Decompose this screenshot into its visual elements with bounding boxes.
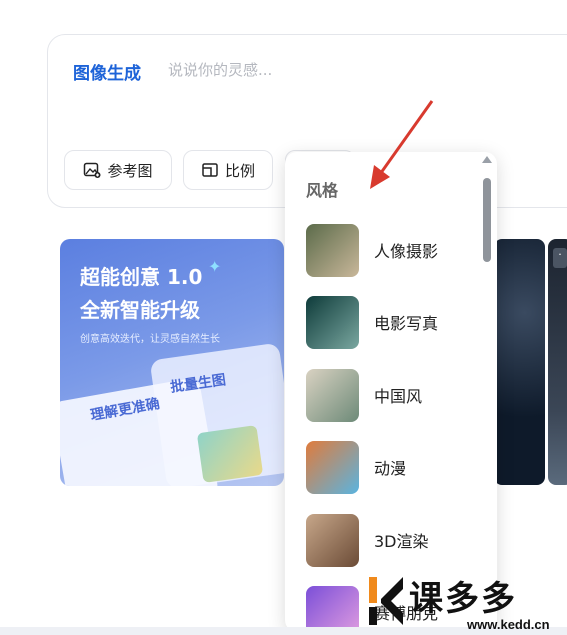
style-option-label: 动漫 (374, 459, 407, 478)
scroll-up-icon[interactable] (482, 156, 492, 163)
image-add-icon (84, 162, 101, 178)
promo-banner[interactable]: 批量生图 理解更准确 超能创意 1.0 ✦ 全新智能升级 创意高效迭代，让灵感自… (60, 239, 284, 486)
gallery-photo[interactable] (548, 239, 567, 485)
style-option[interactable]: 3D渲染 (306, 513, 476, 567)
style-option[interactable]: 人像摄影 (306, 223, 476, 277)
gallery-photo[interactable] (494, 239, 545, 485)
cinematic-photo-thumb (306, 295, 359, 349)
chinese-style-thumb (306, 368, 359, 422)
brand-mark-icon (369, 577, 403, 625)
style-option-label: 电影写真 (374, 314, 439, 333)
sparkle-icon: ✦ (208, 257, 222, 276)
style-option-label: 人像摄影 (374, 242, 439, 261)
banner-title-line1: 超能创意 1.0 (80, 265, 203, 289)
watermark-logo: 课多多 www.kedd.cn (367, 573, 567, 635)
reference-image-label: 参考图 (107, 161, 153, 180)
style-dropdown: 风格 人像摄影 电影写真 中国风 动漫 3D渲染 赛博朋克 (285, 152, 497, 632)
watermark-brand: 课多多 (409, 579, 517, 619)
prompt-input[interactable] (166, 57, 470, 83)
ratio-label: 比例 (224, 161, 255, 180)
photo-badge-icon: · (553, 248, 567, 268)
3d-render-thumb (306, 513, 359, 567)
cyberpunk-thumb (306, 585, 359, 632)
style-option[interactable]: 电影写真 (306, 295, 476, 349)
watermark-url: www.kedd.cn (467, 617, 550, 632)
banner-subtitle: 创意高效迭代，让灵感自然生长 (80, 334, 220, 345)
portrait-photo-thumb (306, 223, 359, 277)
style-option-label: 中国风 (374, 387, 423, 406)
banner-title-line2: 全新智能升级 (80, 298, 200, 322)
style-option[interactable]: 动漫 (306, 440, 476, 494)
anime-thumb (306, 440, 359, 494)
annotation-arrow-icon (370, 100, 434, 189)
reference-image-button[interactable]: 参考图 (64, 150, 172, 190)
aspect-ratio-icon (202, 163, 218, 177)
style-option-label: 3D渲染 (374, 532, 429, 551)
style-option[interactable]: 中国风 (306, 368, 476, 422)
style-menu-header: 风格 (306, 181, 339, 200)
sample-thumbnail (196, 425, 264, 483)
ratio-button[interactable]: 比例 (183, 150, 273, 190)
mode-title[interactable]: 图像生成 (73, 59, 141, 84)
scrollbar-thumb[interactable] (483, 178, 491, 262)
